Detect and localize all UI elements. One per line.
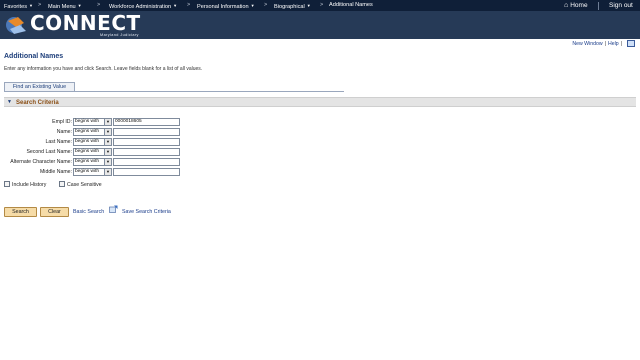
case-sensitive-label: Case Sensitive	[67, 182, 102, 188]
nav-main-menu-label: Main Menu	[48, 4, 76, 10]
utility-links: New Window | Help |	[572, 41, 624, 47]
nav-separator: >	[264, 2, 268, 8]
chevron-down-icon[interactable]: ▼	[104, 139, 111, 145]
middle-name-input[interactable]	[113, 168, 180, 176]
collapse-triangle-icon: ▼	[7, 99, 12, 105]
middle-name-operator-select[interactable]: begins with ▼	[73, 168, 112, 176]
second-last-name-operator-select[interactable]: begins with ▼	[73, 148, 112, 156]
top-nav-bar: Favorites ▼ > Main Menu ▼ > Workforce Admi…	[0, 0, 640, 11]
second-last-name-label: Second Last Name:	[26, 149, 72, 155]
basic-search-link[interactable]: Basic Search	[73, 209, 104, 215]
nav-biographical-label: Biographical	[274, 4, 305, 10]
nav-biographical[interactable]: Biographical ▼	[274, 1, 311, 10]
save-search-criteria-link[interactable]: Save Search Criteria	[122, 209, 171, 215]
nav-favorites-label: Favorites	[4, 4, 28, 10]
chevron-down-icon[interactable]: ▼	[104, 149, 111, 155]
alternate-character-name-label: Alternate Character Name:	[10, 159, 72, 165]
help-link[interactable]: Help	[608, 41, 619, 47]
util-separator: |	[620, 41, 622, 47]
brand-subtitle: Maryland Judiciary	[100, 33, 139, 37]
home-icon: ⌂	[564, 2, 569, 9]
operator-value: begins with	[75, 129, 99, 134]
chevron-down-icon: ▼	[306, 3, 311, 8]
case-sensitive-checkbox[interactable]	[59, 181, 65, 187]
tab-underline	[4, 91, 344, 92]
field-row-name: Name:	[0, 128, 72, 137]
chevron-down-icon[interactable]: ▼	[104, 159, 111, 165]
chevron-down-icon: ▼	[250, 3, 255, 8]
include-history-checkbox[interactable]	[4, 181, 10, 187]
nav-favorites[interactable]: Favorites ▼	[4, 1, 33, 10]
name-input[interactable]	[113, 128, 180, 136]
field-row-middle-name: Middle Name:	[0, 168, 72, 177]
empl-id-label: Empl ID:	[52, 119, 72, 125]
nav-workforce-administration[interactable]: Workforce Administration ▼	[109, 1, 177, 10]
nav-separator: >	[187, 2, 191, 8]
field-row-last-name: Last Name:	[0, 138, 72, 147]
personalize-page-icon[interactable]	[627, 40, 635, 47]
field-row-empl-id: Empl ID:	[0, 118, 72, 127]
chevron-down-icon: ▼	[29, 3, 33, 8]
page-title: Additional Names	[4, 53, 64, 60]
last-name-input[interactable]	[113, 138, 180, 146]
connect-logo-icon	[6, 17, 26, 34]
clear-button[interactable]: Clear	[40, 207, 69, 217]
nav-divider	[598, 2, 599, 10]
search-criteria-label: Search Criteria	[16, 100, 59, 106]
page-instructions: Enter any information you have and click…	[4, 66, 203, 72]
alternate-character-name-operator-select[interactable]: begins with ▼	[73, 158, 112, 166]
middle-name-label: Middle Name:	[39, 169, 72, 175]
field-row-alternate-character-name: Alternate Character Name:	[0, 158, 72, 167]
search-criteria-header[interactable]: ▼ Search Criteria	[4, 97, 636, 107]
brand-name: CONNECT	[30, 11, 141, 35]
name-operator-select[interactable]: begins with ▼	[73, 128, 112, 136]
empl-id-operator-select[interactable]: begins with ▼	[73, 118, 112, 126]
operator-value: begins with	[75, 149, 99, 154]
sign-out-link[interactable]: Sign out	[609, 0, 633, 11]
last-name-label: Last Name:	[45, 139, 72, 145]
nav-workforce-label: Workforce Administration	[109, 4, 172, 10]
alternate-character-name-input[interactable]	[113, 158, 180, 166]
operator-value: begins with	[75, 169, 99, 174]
new-window-link[interactable]: New Window	[572, 41, 602, 47]
util-separator: |	[604, 41, 606, 47]
nav-personal-label: Personal Information	[197, 4, 249, 10]
nav-personal-information[interactable]: Personal Information ▼	[197, 1, 255, 10]
chevron-down-icon[interactable]: ▼	[104, 119, 111, 125]
field-row-second-last-name: Second Last Name:	[0, 148, 72, 157]
home-link[interactable]: ⌂ Home	[564, 0, 588, 11]
operator-value: begins with	[75, 159, 99, 164]
search-button[interactable]: Search	[4, 207, 37, 217]
chevron-down-icon: ▼	[77, 3, 82, 8]
chevron-down-icon[interactable]: ▼	[104, 169, 111, 175]
operator-value: begins with	[75, 139, 99, 144]
save-criteria-icon[interactable]	[109, 205, 118, 213]
include-history-label: Include History	[12, 182, 47, 188]
empl-id-input[interactable]: 0000018605	[113, 118, 180, 126]
nav-main-menu[interactable]: Main Menu ▼	[48, 1, 82, 10]
nav-separator: >	[320, 2, 324, 8]
include-history-option[interactable]: Include History	[4, 181, 46, 188]
chevron-down-icon[interactable]: ▼	[104, 129, 111, 135]
nav-separator: >	[38, 2, 42, 8]
nav-current-page[interactable]: Additional Names	[329, 1, 373, 10]
nav-separator: >	[97, 2, 101, 8]
second-last-name-input[interactable]	[113, 148, 180, 156]
home-label: Home	[570, 2, 588, 9]
name-label: Name:	[56, 129, 72, 135]
chevron-down-icon: ▼	[173, 3, 178, 8]
case-sensitive-option[interactable]: Case Sensitive	[59, 181, 102, 188]
operator-value: begins with	[75, 119, 99, 124]
last-name-operator-select[interactable]: begins with ▼	[73, 138, 112, 146]
